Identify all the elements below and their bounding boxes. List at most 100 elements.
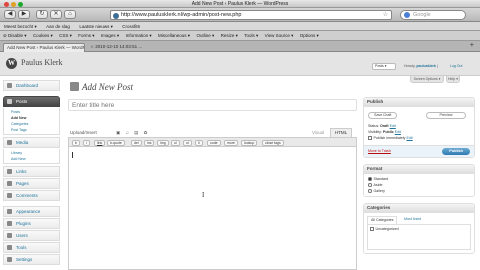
admin-menu: Dashboard Posts Posts Add New Categories… xyxy=(3,80,60,270)
stop-button[interactable]: ✕ xyxy=(50,10,62,19)
quicktag-code-button[interactable]: code xyxy=(207,139,221,146)
menu-tools[interactable]: Tools xyxy=(3,242,60,253)
favorite-actions-dropdown[interactable]: Posts ▾ xyxy=(372,63,396,70)
quicktag-lookup-button[interactable]: lookup xyxy=(241,139,258,146)
devbar-item[interactable]: Options ▾ xyxy=(300,31,319,40)
menu-appearance[interactable]: Appearance xyxy=(3,206,60,217)
devbar-item[interactable]: Images ▾ xyxy=(101,31,119,40)
quicktag-li-button[interactable]: li xyxy=(195,139,203,146)
howdy-prefix: Howdy, xyxy=(404,64,416,68)
navigation-toolbar: ◀ ▶ ↻ ✕ ⌂ http://www.pauluskIerk.nl/wp-a… xyxy=(0,8,480,22)
devbar-item[interactable]: View Source ▾ xyxy=(265,31,294,40)
bookmark-item[interactable]: Crossfit6 xyxy=(122,22,140,30)
media-icon xyxy=(7,140,12,145)
quicktag-italic-button[interactable]: i xyxy=(83,139,90,146)
quicktag-link-button[interactable]: link xyxy=(94,139,106,146)
quicktag-close-tags-button[interactable]: close tags xyxy=(262,139,284,146)
url-text: http://www.pauluskIerk.nl/wp-admin/post-… xyxy=(121,12,242,18)
appearance-icon xyxy=(7,209,12,214)
bookmark-item[interactable]: Meest bezocht ▾ xyxy=(4,22,37,30)
post-editor: Add New Post Upload/Insert ▣ ♫ ▤ ✿ Visua… xyxy=(68,76,358,270)
logout-link[interactable]: Log Out xyxy=(450,64,462,68)
devbar-item[interactable]: Miscellaneous ▾ xyxy=(158,31,190,40)
category-item[interactable]: Uncategorized xyxy=(370,227,468,231)
checkbox[interactable] xyxy=(370,227,374,231)
edit-status-link[interactable]: Edit xyxy=(390,124,396,128)
submenu-item-media-add-new[interactable]: Add New xyxy=(4,156,59,162)
help-button[interactable]: Help ▾ xyxy=(446,76,460,83)
menu-media[interactable]: Media xyxy=(3,137,60,148)
edit-timestamp-link[interactable]: Edit xyxy=(406,136,412,140)
quicktag-ul-button[interactable]: ul xyxy=(171,139,180,146)
reload-button[interactable]: ↻ xyxy=(36,10,48,19)
pages-icon xyxy=(7,181,12,186)
window-title: Add New Post ‹ Paulus Klerk — WordPress xyxy=(191,1,289,7)
site-name[interactable]: Paulus Klerk xyxy=(21,58,63,67)
radio-icon[interactable] xyxy=(368,183,372,187)
tab-visual[interactable]: Visual xyxy=(312,130,324,135)
search-input[interactable]: Google xyxy=(400,10,466,20)
username-link[interactable]: pauluskIerk xyxy=(416,64,435,68)
status-value: Draft xyxy=(380,124,389,128)
move-to-trash-link[interactable]: Move to Trash xyxy=(368,149,391,153)
tab-all-categories[interactable]: All Categories xyxy=(367,216,398,224)
tab-most-used[interactable]: Most Used xyxy=(401,216,424,224)
bookmark-item[interactable]: Laatste nieuws ▾ xyxy=(79,22,113,30)
media-upload-icons[interactable]: ▣ ♫ ▤ ✿ xyxy=(116,130,149,136)
publish-box-title: Publish xyxy=(364,98,474,107)
quicktag-del-button[interactable]: del xyxy=(131,139,142,146)
bookmark-star-icon[interactable]: ☆ xyxy=(383,11,388,19)
content-textarea[interactable]: I xyxy=(68,147,357,270)
radio-icon[interactable] xyxy=(368,189,372,193)
preview-button[interactable]: Preview xyxy=(426,112,466,119)
tab-html[interactable]: HTML xyxy=(330,128,352,137)
devbar-item[interactable]: Cookies ▾ xyxy=(33,31,53,40)
menu-plugins[interactable]: Plugins xyxy=(3,218,60,229)
submenu-item-post-tags[interactable]: Post Tags xyxy=(4,127,59,133)
home-button[interactable]: ⌂ xyxy=(64,10,76,19)
post-title-input[interactable] xyxy=(68,99,357,111)
publish-immediately-text: Publish immediately xyxy=(373,136,406,140)
format-box: Format Standard Aside Gallery xyxy=(363,164,475,197)
radio-selected-icon[interactable] xyxy=(368,177,372,181)
devbar-item[interactable]: CSS ▾ xyxy=(59,31,72,40)
menu-dashboard[interactable]: Dashboard xyxy=(3,80,60,91)
devbar-item[interactable]: Information ▾ xyxy=(126,31,152,40)
menu-posts[interactable]: Posts xyxy=(3,96,60,107)
bookmarks-bar: Meest bezocht ▾ Aan de slag Laatste nieu… xyxy=(0,22,480,31)
save-draft-button[interactable]: Save Draft xyxy=(368,112,398,119)
quicktag-ins-button[interactable]: ins xyxy=(144,139,155,146)
menu-users[interactable]: Users xyxy=(3,230,60,241)
bookmark-item[interactable]: Aan de slag xyxy=(46,22,70,30)
format-option-gallery[interactable]: Gallery xyxy=(364,188,474,194)
devbar-item[interactable]: Outline ▾ xyxy=(196,31,214,40)
post-pin-icon xyxy=(70,82,79,91)
menu-links[interactable]: Links xyxy=(3,166,60,177)
users-icon xyxy=(7,233,12,238)
quicktag-img-button[interactable]: img xyxy=(157,139,169,146)
publish-box: Publish Save Draft Preview Status: Draft… xyxy=(363,97,475,158)
publish-button[interactable]: Publish xyxy=(442,148,470,155)
devbar-item[interactable]: Tools ▾ xyxy=(244,31,258,40)
edit-visibility-link[interactable]: Edit xyxy=(395,130,401,134)
quicktag-more-button[interactable]: more xyxy=(224,139,238,146)
menu-pages[interactable]: Pages xyxy=(3,178,60,189)
menu-comments[interactable]: Comments xyxy=(3,190,60,201)
quicktag-ol-button[interactable]: ol xyxy=(183,139,192,146)
devbar-item[interactable]: Resize ▾ xyxy=(221,31,238,40)
menu-settings[interactable]: Settings xyxy=(3,254,60,265)
url-bar[interactable]: http://www.pauluskIerk.nl/wp-admin/post-… xyxy=(110,10,392,20)
screen-options-button[interactable]: Screen Options ▾ xyxy=(410,76,444,83)
new-tab-button[interactable]: + xyxy=(470,42,474,49)
calendar-icon xyxy=(368,136,372,140)
forward-button[interactable]: ▶ xyxy=(18,10,30,19)
sidebar-metaboxes: Publish Save Draft Preview Status: Draft… xyxy=(363,97,475,260)
devbar-item[interactable]: ⊘ Disable ▾ xyxy=(3,31,27,40)
tab-active[interactable]: Add New Post ‹ Paulus Klerk — WordPress xyxy=(3,43,85,52)
devbar-item[interactable]: Forms ▾ xyxy=(78,31,94,40)
quicktag-bquote-button[interactable]: b-quote xyxy=(107,139,125,146)
back-button[interactable]: ◀ xyxy=(4,10,16,19)
category-label: Uncategorized xyxy=(375,227,399,231)
tab-second[interactable]: ☆ 2010-12-10 14:03:51 ... xyxy=(86,43,206,52)
quicktag-bold-button[interactable]: b xyxy=(72,139,80,146)
